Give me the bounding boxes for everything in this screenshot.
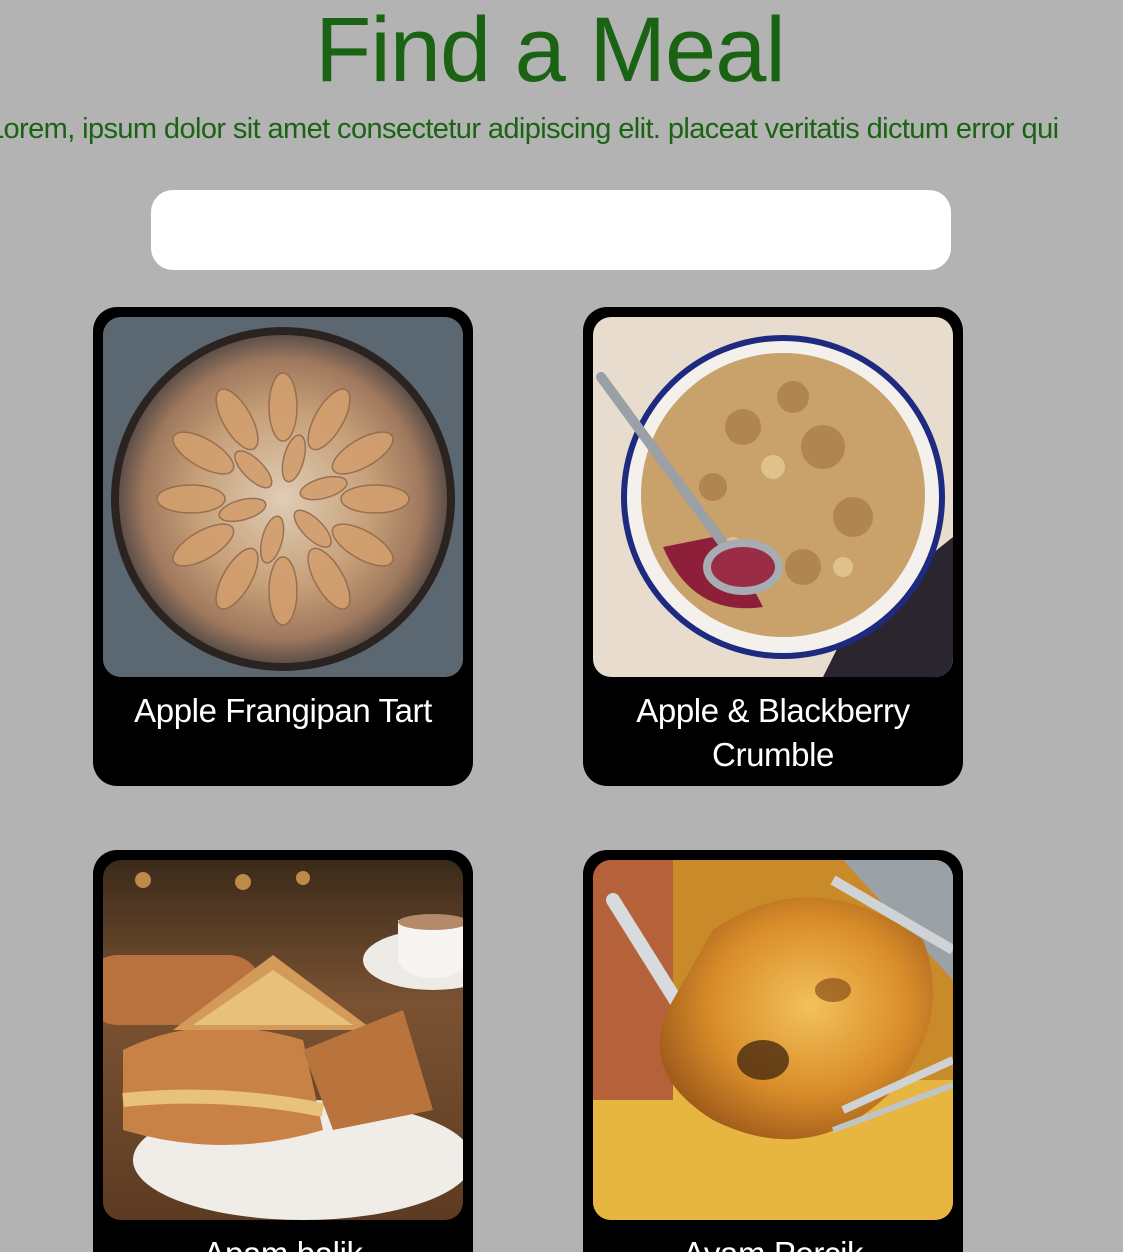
meal-card[interactable]: Apple & Blackberry Crumble (583, 307, 963, 786)
meal-photo[interactable] (103, 860, 463, 1220)
meal-name: Apple & Blackberry Crumble (636, 692, 910, 773)
page-title: Find a Meal (315, 0, 786, 101)
meal-name: Apam balik (103, 1220, 463, 1252)
meal-photo[interactable] (103, 317, 463, 677)
meal-photo[interactable] (593, 317, 953, 677)
search-input[interactable] (151, 190, 951, 270)
page: Find a Meal Lorem, ipsum dolor sit amet … (0, 0, 1123, 1252)
meal-card[interactable]: Apple Frangipan Tart (93, 307, 473, 786)
meal-card[interactable]: Ayam Percik (583, 850, 963, 1252)
meal-name: Ayam Percik (593, 1220, 953, 1252)
meal-card[interactable]: Apam balik (93, 850, 473, 1252)
page-tagline: Lorem, ipsum dolor sit amet consectetur … (0, 113, 1059, 145)
meal-photo[interactable] (593, 860, 953, 1220)
meal-name: Apple Frangipan Tart (134, 692, 432, 729)
